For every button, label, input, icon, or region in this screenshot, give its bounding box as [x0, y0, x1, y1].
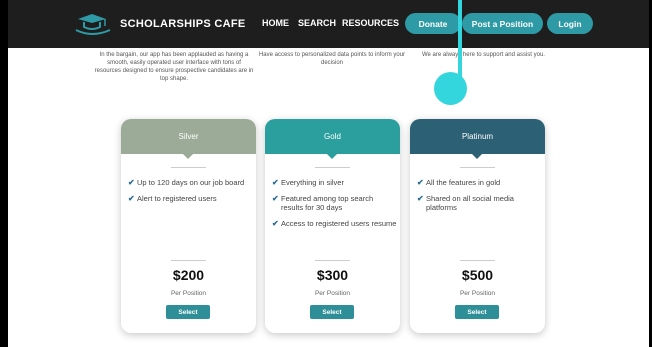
- plan-price: $200: [172, 267, 205, 283]
- plan-card-gold: Gold ✔ Everything in silver ✔ Featured amo…: [265, 119, 400, 333]
- plan-price-unit: Per Position: [170, 290, 207, 297]
- plan-feature: ✔ Featured among top search results for 3…: [272, 194, 397, 212]
- nav-search-link[interactable]: SEARCH: [298, 18, 336, 28]
- plan-card-silver: Silver ✔ Up to 120 days on our job board …: [121, 119, 256, 333]
- login-button[interactable]: Login: [547, 13, 593, 34]
- select-gold-button[interactable]: Select: [310, 305, 354, 319]
- plan-feature: ✔ Everything in silver: [272, 178, 397, 187]
- plan-feature-text: Everything in silver: [281, 178, 344, 187]
- select-platinum-button[interactable]: Select: [455, 305, 499, 319]
- select-silver-button[interactable]: Select: [166, 305, 210, 319]
- plan-feature: ✔ Up to 120 days on our job board: [128, 178, 253, 187]
- check-icon: ✔: [272, 219, 279, 228]
- brand-logo[interactable]: SCHOLARSHIPS CAFE: [72, 9, 245, 39]
- divider: [171, 260, 206, 261]
- plan-features: ✔ Everything in silver ✔ Featured among to…: [272, 178, 397, 235]
- divider: [171, 167, 206, 168]
- cursor-marker-line: [458, 0, 462, 83]
- post-position-button[interactable]: Post a Position: [462, 13, 543, 34]
- plan-price: $500: [461, 267, 494, 283]
- plan-features: ✔ Up to 120 days on our job board ✔ Alert …: [128, 178, 253, 210]
- plan-card-platinum: Platinum ✔ All the features in gold ✔ Shar…: [410, 119, 545, 333]
- donate-button[interactable]: Donate: [405, 13, 461, 34]
- plan-feature-text: Access to registered users resume: [281, 219, 397, 228]
- check-icon: ✔: [272, 178, 279, 187]
- check-icon: ✔: [417, 178, 424, 187]
- feature-text-data-points: Have access to personalized data points …: [258, 52, 406, 66]
- plan-feature-text: Alert to registered users: [137, 194, 217, 203]
- plan-feature-text: All the features in gold: [426, 178, 501, 187]
- plan-feature: ✔ Access to registered users resume: [272, 219, 397, 228]
- top-navbar: SCHOLARSHIPS CAFE HOME SEARCH RESOURCES …: [8, 0, 649, 48]
- plan-feature-text: Shared on all social media platforms: [426, 194, 514, 212]
- plan-feature-text: Up to 120 days on our job board: [137, 178, 245, 187]
- brand-name: SCHOLARSHIPS CAFE: [120, 18, 246, 30]
- nav-resources-link[interactable]: RESOURCES: [342, 18, 399, 28]
- check-icon: ✔: [128, 178, 135, 187]
- check-icon: ✔: [417, 194, 424, 203]
- plan-feature: ✔ Alert to registered users: [128, 194, 253, 203]
- feature-text-interface: In the bargain, our app has been applaud…: [94, 52, 254, 82]
- divider: [315, 260, 350, 261]
- plan-header: Platinum: [410, 119, 545, 159]
- divider: [460, 167, 495, 168]
- feature-text-support: We are always here to support and assist…: [422, 52, 545, 58]
- plan-feature: ✔ All the features in gold: [417, 178, 542, 187]
- plan-price-unit: Per Position: [459, 290, 496, 297]
- plan-price-unit: Per Position: [314, 290, 351, 297]
- plan-price: $300: [316, 267, 349, 283]
- divider: [315, 167, 350, 168]
- cursor-marker-dot: [434, 72, 467, 105]
- plan-feature: ✔ Shared on all social media platforms: [417, 194, 542, 212]
- check-icon: ✔: [272, 194, 279, 203]
- divider: [460, 260, 495, 261]
- check-icon: ✔: [128, 194, 135, 203]
- nav-home-link[interactable]: HOME: [262, 18, 289, 28]
- plan-features: ✔ All the features in gold ✔ Shared on all…: [417, 178, 542, 219]
- coffee-cup-icon: [75, 14, 111, 35]
- plan-feature-text: Featured among top search results for 30…: [281, 194, 374, 212]
- plan-header: Gold: [265, 119, 400, 159]
- plan-header: Silver: [121, 119, 256, 159]
